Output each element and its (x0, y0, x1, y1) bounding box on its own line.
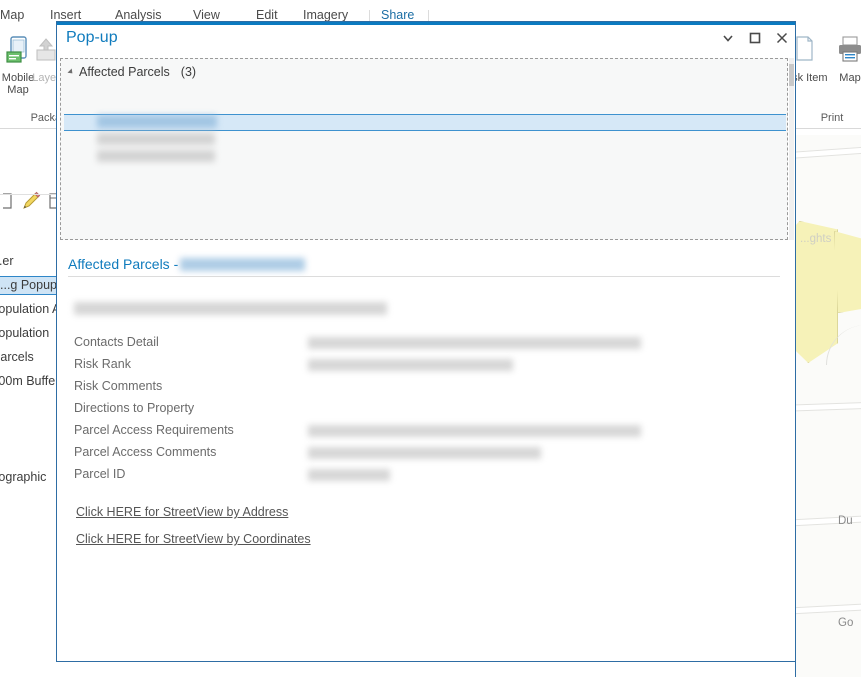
field-row-parcel-id: Parcel ID (60, 467, 788, 489)
field-row-directions-to-property: Directions to Property (60, 401, 788, 423)
ribbon-tab-edit[interactable]: Edit (256, 8, 278, 22)
popup-title: Pop-up (66, 29, 118, 46)
list-item[interactable] (97, 133, 215, 145)
list-item[interactable] (97, 150, 215, 162)
field-label-risk-rank: Risk Rank (74, 357, 131, 371)
field-value-parcel-access-comments (308, 447, 541, 459)
map-road-2 (796, 401, 861, 412)
field-label-parcel-id: Parcel ID (74, 467, 126, 481)
map-road-4 (796, 602, 861, 615)
print-map-button[interactable]: Map (824, 36, 861, 84)
field-row-risk-comments: Risk Comments (60, 379, 788, 401)
map-road (796, 145, 861, 160)
field-label-parcel-access-comments: Parcel Access Comments (74, 445, 217, 459)
contents-item-2[interactable]: ...opulation A (0, 302, 60, 316)
map-label-go: Go (838, 617, 854, 629)
streetview-by-coordinates-link[interactable]: Click HERE for StreetView by Coordinates (76, 532, 311, 546)
field-row-risk-rank: Risk Rank (60, 357, 788, 379)
maximize-icon[interactable] (748, 31, 762, 45)
field-value-contacts-detail (308, 337, 641, 349)
edit-pencil-icon (20, 191, 42, 215)
select-tool-button[interactable] (0, 192, 16, 213)
tree-group-header[interactable]: Affected Parcels (3) (67, 65, 197, 79)
list-scrollbar-thumb[interactable] (789, 64, 794, 86)
tree-group-label: Affected Parcels (79, 65, 170, 79)
field-value-parcel-access-requirements (308, 425, 641, 437)
contents-item-demographic[interactable]: ...ographic (0, 470, 46, 484)
field-value-risk-rank (308, 359, 513, 371)
list-item[interactable] (97, 115, 217, 128)
expand-triangle-icon[interactable] (67, 68, 75, 76)
detail-header-value-redacted (180, 257, 306, 271)
contents-item-3[interactable]: ...opulation (0, 326, 49, 340)
print-map-label: Map (839, 72, 861, 84)
parcel-detail-panel: Affected Parcels - Contacts Detail Risk … (60, 244, 788, 656)
field-label-contacts-detail: Contacts Detail (74, 335, 159, 349)
ribbon-tab-view[interactable]: View (193, 8, 220, 22)
map-canvas[interactable]: ...ghts Du Go (795, 135, 861, 677)
field-row-parcel-access-comments: Parcel Access Comments (60, 445, 788, 467)
detail-subtitle-redacted (74, 302, 387, 315)
map-label-heights: ...ghts (800, 233, 832, 245)
detail-header-rule (68, 276, 780, 277)
ribbon-tab-share[interactable]: Share (381, 8, 414, 22)
printer-icon (824, 36, 861, 69)
window-controls (721, 31, 789, 45)
select-icon (0, 193, 16, 213)
map-parcel-polygon-2[interactable] (834, 231, 861, 313)
popup-window[interactable]: Pop-up Affected Parcels (3) Affected Par… (56, 21, 796, 662)
contents-item-popups[interactable]: ...g Popups (0, 276, 63, 295)
field-row-parcel-access-requirements: Parcel Access Requirements (60, 423, 788, 445)
map-label-du: Du (838, 515, 853, 527)
contents-item-0[interactable]: ...er (0, 254, 14, 268)
ribbon-tab-analysis[interactable]: Analysis (115, 8, 162, 22)
field-label-parcel-access-requirements: Parcel Access Requirements (74, 423, 234, 437)
ribbon-tab-insert[interactable]: Insert (50, 8, 81, 22)
popup-title-bar[interactable]: Pop-up (57, 25, 795, 54)
field-value-parcel-id (308, 469, 390, 481)
detail-header-prefix: Affected Parcels - (68, 256, 179, 272)
detail-header: Affected Parcels - (68, 256, 306, 272)
streetview-by-address-link[interactable]: Click HERE for StreetView by Address (76, 505, 288, 519)
tree-group-count: (3) (180, 65, 197, 79)
field-label-directions-to-property: Directions to Property (74, 401, 195, 415)
close-icon[interactable] (775, 31, 789, 45)
contents-pane: ...er ...g Popups ...opulation A ...opul… (0, 238, 63, 677)
ribbon-group-print: Task Item Map Print (780, 30, 861, 126)
field-row-contacts-detail: Contacts Detail (60, 335, 788, 357)
chevron-down-icon[interactable] (721, 31, 735, 45)
ribbon-tab-map[interactable]: Map (0, 8, 24, 22)
affected-parcels-list-panel[interactable]: Affected Parcels (3) (60, 58, 788, 240)
ribbon-group-label-print: Print (820, 112, 844, 124)
contents-item-buffer[interactable]: ...00m Buffer (0, 374, 59, 388)
contents-item-parcels[interactable]: ...arcels (0, 350, 34, 364)
ribbon-tab-imagery[interactable]: Imagery (303, 8, 348, 22)
field-label-risk-comments: Risk Comments (74, 379, 163, 393)
